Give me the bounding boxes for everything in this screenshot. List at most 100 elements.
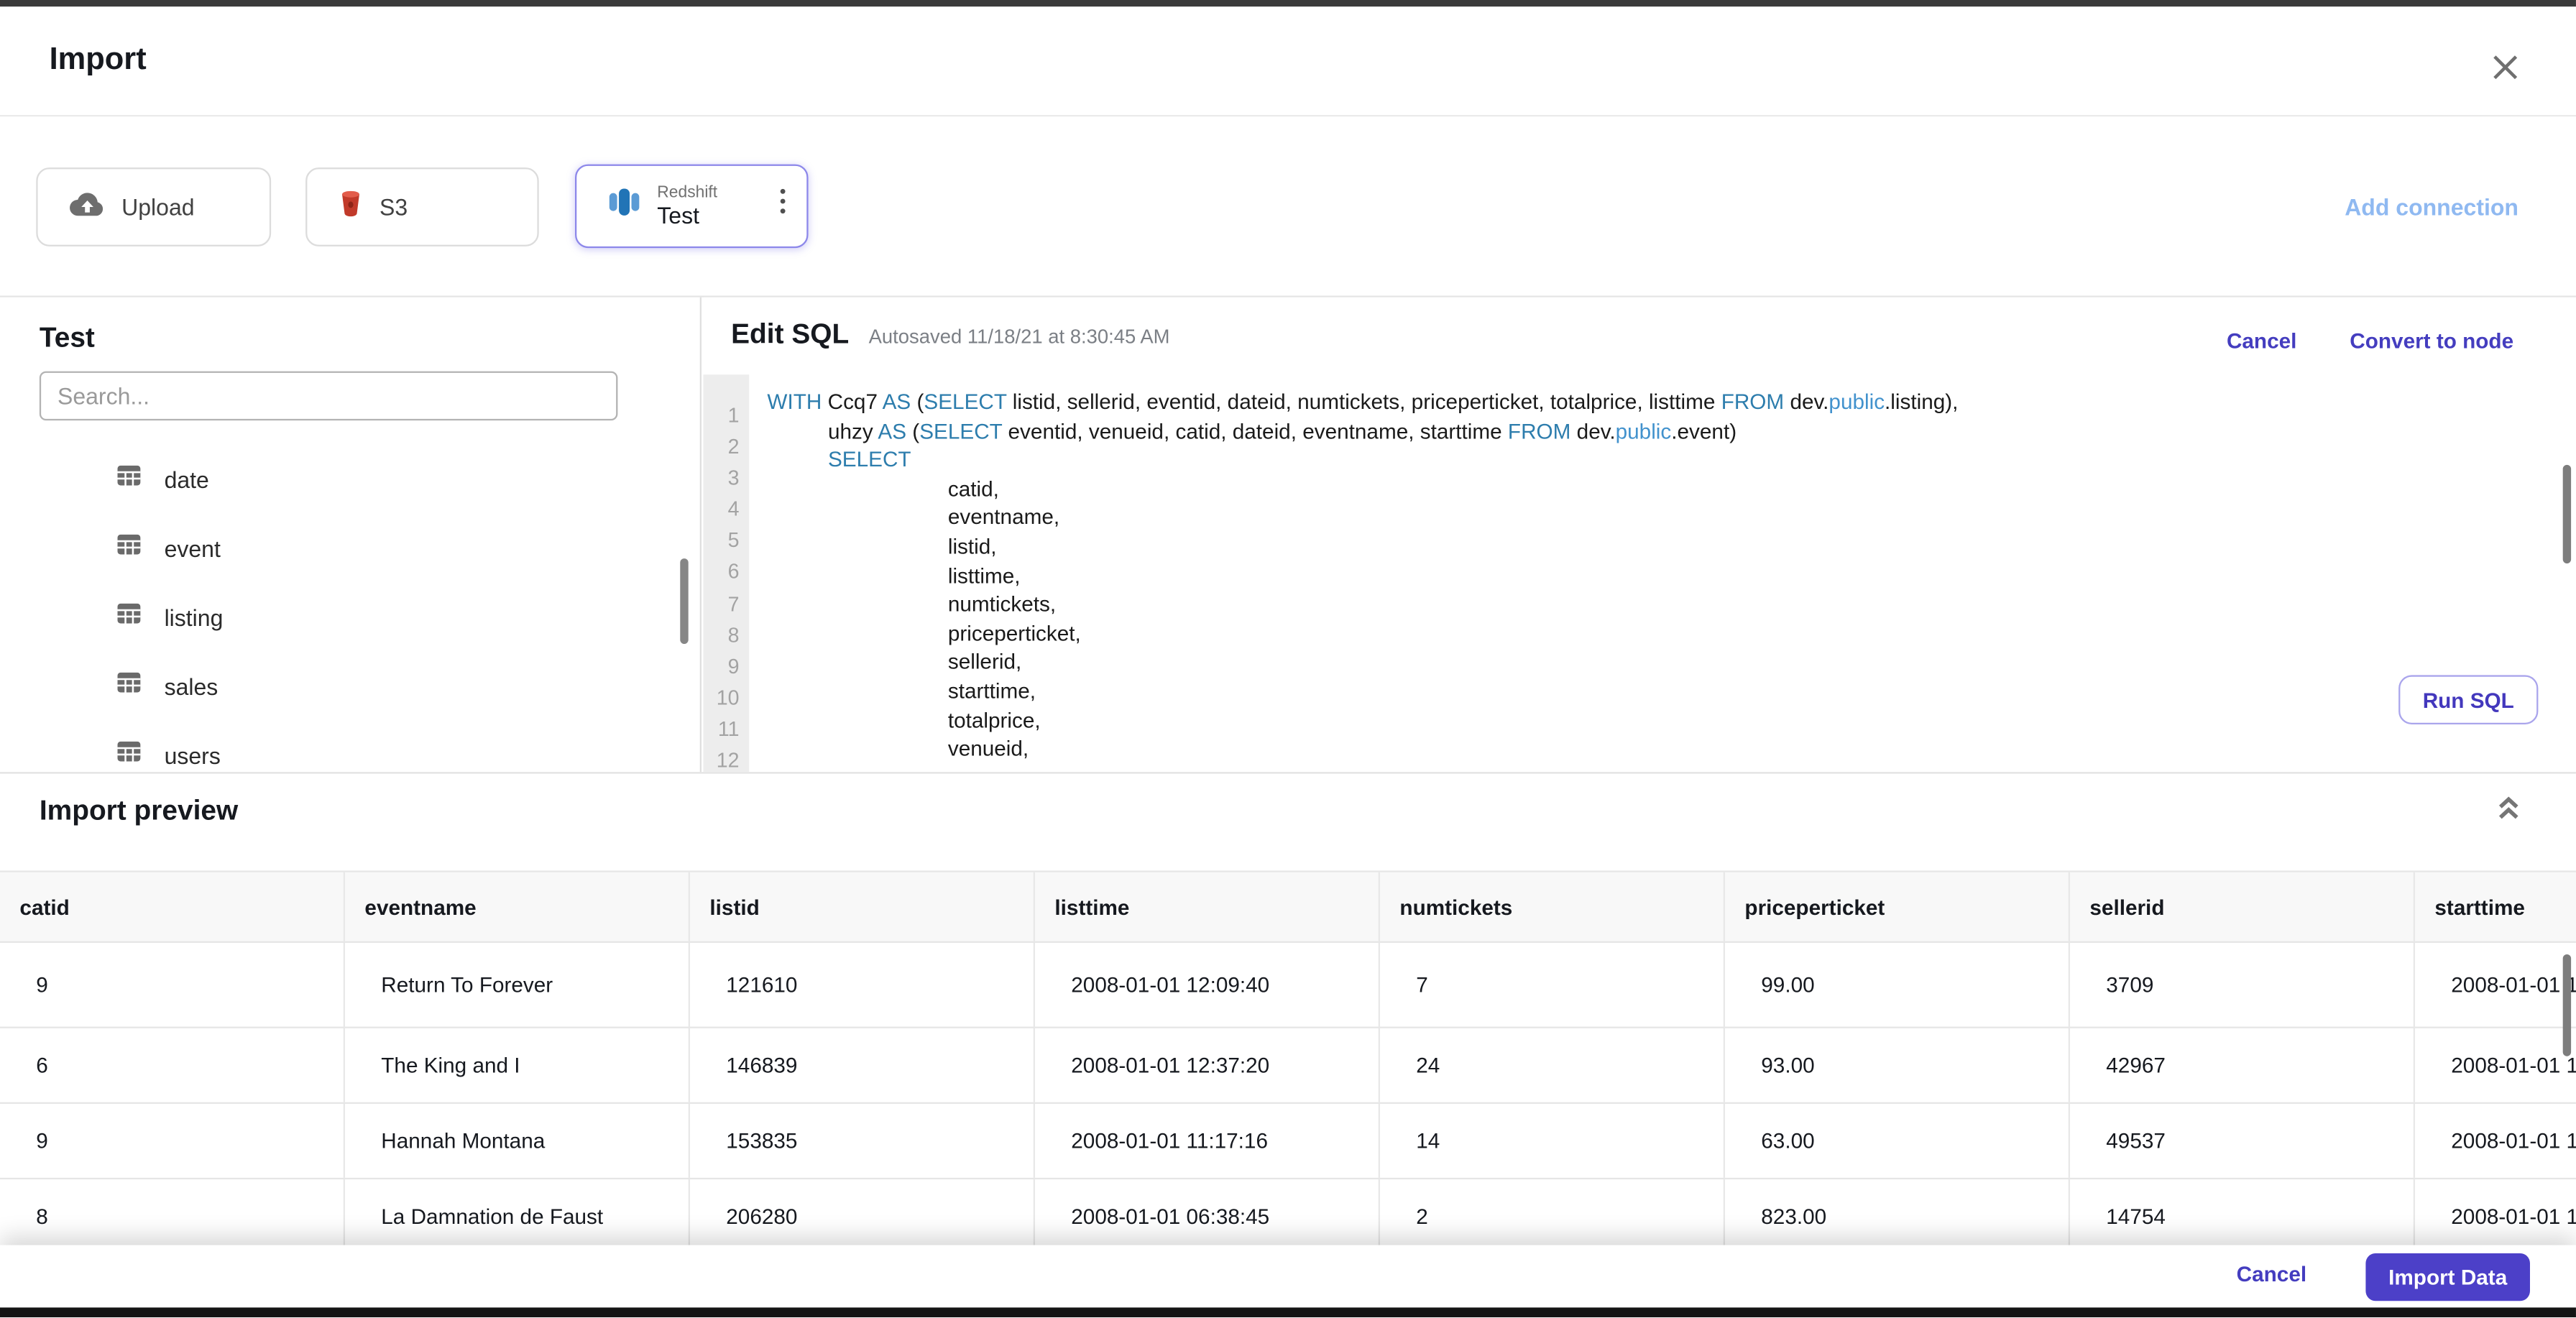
convert-to-node-button[interactable]: Convert to node: [2350, 328, 2513, 353]
table-row: 6 The King and I 146839 2008-01-01 12:37:20…: [0, 1028, 2576, 1104]
table-cell: 6: [0, 1028, 345, 1102]
tab-redshift-label: Test: [657, 202, 699, 229]
table-cell: 2008-01-01 06:38:45: [1035, 1179, 1380, 1245]
table-cell: 206280: [690, 1179, 1035, 1245]
line-number: 12: [716, 749, 740, 773]
code-line: listtime,: [947, 562, 1021, 588]
column-header-starttime: starttime: [2415, 872, 2576, 941]
table-cell: 99.00: [1725, 942, 2070, 1027]
preview-table-header: catid eventname listid listtime numtickets pr…: [0, 870, 2576, 943]
preview-table-body: 9 Return To Forever 121610 2008-01-01 12:09…: [0, 942, 2576, 1245]
code-line: catid,: [947, 476, 999, 501]
tab-upload-label: Upload: [121, 193, 195, 221]
table-list: date event listing sales users: [0, 445, 700, 772]
table-row: 8 La Damnation de Faust 206280 2008-01-01 0…: [0, 1179, 2576, 1245]
table-cell: 146839: [690, 1028, 1035, 1102]
line-number: 4: [727, 498, 740, 522]
sidebar-item-date[interactable]: date: [0, 445, 700, 514]
close-icon[interactable]: [2489, 51, 2522, 84]
column-header-catid: catid: [0, 872, 345, 941]
sidebar-item-listing[interactable]: listing: [0, 583, 700, 652]
column-header-listid: listid: [690, 872, 1035, 941]
schema-sidebar: Test date event listing sales users: [0, 297, 702, 773]
table-row: 9 Return To Forever 121610 2008-01-01 12:09…: [0, 942, 2576, 1028]
code-line: totalprice,: [947, 707, 1041, 732]
modal-footer: Cancel Import Data: [0, 1245, 2576, 1308]
table-cell: 121610: [690, 942, 1035, 1027]
table-cell: 42967: [2070, 1028, 2415, 1102]
kebab-menu-icon[interactable]: [780, 188, 786, 214]
sidebar-item-label: users: [164, 742, 221, 769]
table-cell: 823.00: [1725, 1179, 2070, 1245]
code-line: uhzy AS (SELECT eventid, venueid, catid,…: [827, 418, 1737, 443]
table-icon: [116, 672, 141, 701]
preview-table: catid eventname listid listtime numtickets pr…: [0, 870, 2576, 1245]
preview-scrollbar[interactable]: [2562, 954, 2572, 1056]
line-number: 3: [727, 466, 740, 490]
run-sql-button[interactable]: Run SQL: [2398, 675, 2539, 724]
connections-row: Upload S3 Redshift Test Add connection: [0, 116, 2576, 298]
line-number: 10: [716, 686, 740, 710]
code-line: sellerid,: [947, 649, 1022, 674]
collapse-icon[interactable]: [2494, 795, 2524, 821]
sidebar-item-label: sales: [164, 673, 218, 700]
table-icon: [116, 534, 141, 563]
table-cell: 153835: [690, 1103, 1035, 1178]
table-icon: [116, 465, 141, 494]
table-cell: 9: [0, 1103, 345, 1178]
table-cell: 2008-01-01 12:37:20: [1035, 1028, 1380, 1102]
table-cell: 2: [1380, 1179, 1725, 1245]
line-number: 9: [727, 655, 740, 678]
line-number: 5: [727, 529, 740, 553]
sidebar-scrollbar[interactable]: [680, 558, 689, 644]
sql-cancel-button[interactable]: Cancel: [2227, 328, 2296, 353]
import-preview-title: Import preview: [39, 795, 239, 826]
footer-cancel-button[interactable]: Cancel: [2237, 1261, 2306, 1286]
editor-scrollbar[interactable]: [2562, 464, 2572, 563]
code-line: listid,: [947, 533, 997, 559]
tab-upload[interactable]: Upload: [36, 167, 272, 246]
tab-s3[interactable]: S3: [305, 167, 539, 246]
table-cell: 93.00: [1725, 1028, 2070, 1102]
table-cell: 49537: [2070, 1103, 2415, 1178]
column-header-sellerid: sellerid: [2070, 872, 2415, 941]
table-cell: 24: [1380, 1028, 1725, 1102]
table-cell: Hannah Montana: [345, 1103, 690, 1178]
cloud-upload-icon: [69, 190, 105, 224]
table-cell: 2008-01-01 1: [2415, 1179, 2576, 1245]
code-line: starttime,: [947, 678, 1036, 704]
code-line: eventname,: [947, 504, 1060, 530]
import-preview-section: Import preview catid eventname listid listt…: [0, 772, 2576, 1245]
sql-code-area[interactable]: WITH Ccq7 AS (SELECT listid, sellerid, e…: [749, 374, 2576, 772]
tab-redshift-selected[interactable]: Redshift Test: [574, 164, 809, 249]
window-bottom-strip: [0, 1307, 2576, 1318]
line-number: 6: [727, 561, 740, 584]
table-icon: [116, 603, 141, 632]
sidebar-item-sales[interactable]: sales: [0, 652, 700, 721]
page-title: Import: [49, 42, 147, 78]
table-cell: 2008-01-01 12:09:40: [1035, 942, 1380, 1027]
table-icon: [116, 741, 141, 770]
import-data-button[interactable]: Import Data: [2365, 1253, 2530, 1301]
redshift-icon: [608, 185, 641, 226]
edit-sql-panel: Edit SQL Autosaved 11/18/21 at 8:30:45 A…: [703, 297, 2576, 773]
column-header-eventname: eventname: [345, 872, 690, 941]
table-cell: 2008-01-01 1: [2415, 1104, 2576, 1178]
autosave-status: Autosaved 11/18/21 at 8:30:45 AM: [868, 325, 1170, 349]
sidebar-item-label: date: [164, 466, 209, 493]
sidebar-item-label: event: [164, 535, 221, 562]
table-cell: 3709: [2070, 942, 2415, 1027]
table-cell: 8: [0, 1179, 345, 1245]
code-line: SELECT: [827, 447, 911, 472]
code-line: numtickets,: [947, 591, 1057, 617]
tab-s3-label: S3: [379, 193, 408, 221]
line-number: 11: [717, 717, 740, 741]
code-line: priceperticket,: [947, 620, 1081, 645]
add-connection-link[interactable]: Add connection: [2345, 194, 2518, 221]
search-input[interactable]: [39, 371, 618, 421]
schema-title: Test: [39, 321, 95, 354]
sidebar-item-event[interactable]: event: [0, 514, 700, 583]
table-cell: 14754: [2070, 1179, 2415, 1245]
table-cell: 2008-01-01 1: [2415, 943, 2576, 1027]
sidebar-item-users[interactable]: users: [0, 721, 700, 772]
